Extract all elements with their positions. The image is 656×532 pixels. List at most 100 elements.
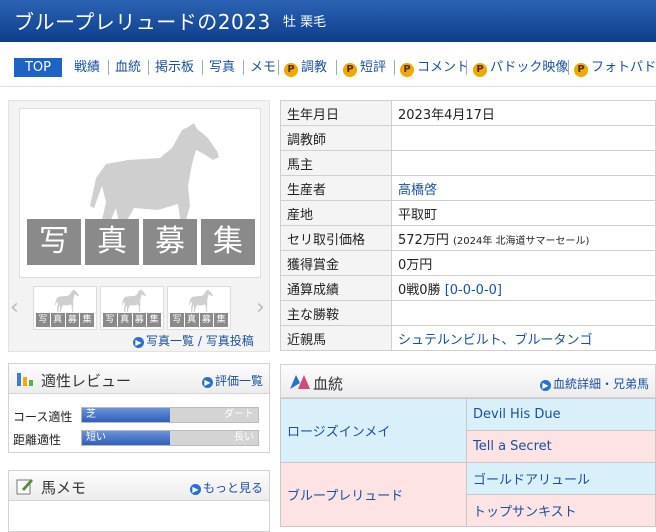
sire-name[interactable]: ロージズインメイ (287, 425, 390, 440)
info-value (391, 150, 656, 176)
thumb-char: 集 (147, 313, 161, 327)
tab-paddock-video-label: パドック映像 (490, 60, 569, 75)
thumb-recruit-banner: 写真募集 (170, 313, 228, 327)
tab-training[interactable]: P 調教 (284, 58, 327, 77)
sire-cell[interactable]: ロージズインメイ (280, 398, 467, 463)
info-key: セリ取引価格 (280, 225, 392, 251)
see-more-link[interactable]: ▶ もっと見る (189, 479, 263, 496)
horse-silhouette-icon (188, 289, 213, 313)
photo-list-link[interactable]: 写真一覧 (146, 334, 194, 348)
record-link[interactable]: [0-0-0-0] (445, 283, 502, 298)
tab-pedigree[interactable]: 血統 (115, 58, 141, 77)
info-value: シュテルンビルト、ブルータンゴ (391, 325, 656, 351)
dam-sire-cell[interactable]: ゴールドアリュール (466, 462, 656, 495)
dam-dam-name[interactable]: トップサンキスト (473, 505, 577, 520)
bar-chart-icon (17, 373, 33, 386)
sire-sire-name[interactable]: Devil His Due (473, 407, 561, 422)
pedigree-table: ロージズインメイ Devil His Due Tell a Secret ブルー… (280, 398, 656, 527)
info-value (391, 125, 656, 151)
tab-photo-paddock[interactable]: Pフォトパドック (574, 58, 656, 77)
tab-memo[interactable]: メモ (250, 58, 276, 77)
info-value: 0万円 (391, 250, 656, 276)
horse-info-table: 生年月日 2023年4月17日 調教師 馬主 生産者 高橋啓 産地 平取町 セリ取引価… (280, 100, 656, 351)
pedigree-panel: 血統 ▶ 血統詳細・兄弟馬 (280, 364, 656, 398)
next-photo-button[interactable]: › (256, 295, 265, 320)
pedigree-detail-label: 血統詳細・兄弟馬 (552, 377, 649, 391)
table-row: 通算成績 0戦0勝 [0-0-0-0] (280, 275, 656, 301)
aptitude-header: 適性レビュー ▶ 評価一覧 (9, 364, 269, 394)
photo-post-link[interactable]: 写真投稿 (206, 334, 254, 348)
pedigree-detail-link[interactable]: ▶ 血統詳細・兄弟馬 (539, 375, 649, 392)
table-row: 産地 平取町 (280, 200, 656, 226)
thumb-recruit-banner: 写真募集 (36, 313, 94, 327)
info-key: 獲得賞金 (280, 250, 392, 276)
thumb-char: 集 (214, 313, 228, 327)
thumb-char: 真 (117, 313, 132, 327)
premium-icon: P (574, 63, 588, 77)
photo-links: ▶ 写真一覧 / 写真投稿 (133, 332, 254, 349)
sire-dam-cell[interactable]: Tell a Secret (466, 430, 656, 463)
sale-price: 572万円 (398, 232, 449, 248)
tab-top[interactable]: TOP (14, 58, 62, 77)
tab-short-review[interactable]: P 短評 (343, 58, 386, 77)
aptitude-panel: 適性レビュー ▶ 評価一覧 コース適性 芝 ダート 距離適性 短い 長い (8, 363, 270, 453)
rating-list-link[interactable]: ▶ 評価一覧 (201, 372, 263, 389)
info-value: 高橋啓 (391, 175, 656, 201)
prev-photo-button[interactable]: ‹ (10, 295, 19, 320)
nav-divider (278, 60, 279, 75)
dam-dam-cell[interactable]: トップサンキスト (466, 494, 656, 527)
tab-bbs[interactable]: 掲示板 (155, 58, 194, 77)
dam-cell[interactable]: ブループレリュード (280, 462, 467, 527)
thumb-char: 募 (65, 313, 80, 327)
nav-divider (466, 60, 467, 75)
thumb-char: 真 (184, 313, 199, 327)
table-row: 馬主 (280, 150, 656, 176)
photo-recruit-banner: 写 真 募 集 (27, 219, 255, 265)
sale-note: (2024年 北海道サマーセール) (452, 235, 590, 247)
nav-divider (568, 60, 569, 75)
dam-name[interactable]: ブループレリュード (287, 489, 403, 504)
sire-sire-cell[interactable]: Devil His Due (466, 398, 656, 431)
main-photo[interactable]: 写 真 募 集 (19, 108, 261, 278)
info-value (391, 300, 656, 326)
nav-divider (108, 60, 109, 75)
info-key: 生年月日 (280, 100, 392, 126)
arrow-circle-icon: ▶ (189, 484, 201, 495)
tab-paddock-video[interactable]: P パドック映像 (473, 58, 568, 77)
photo-thumbnail[interactable]: 写真募集 (33, 286, 97, 330)
nav-divider (243, 60, 244, 75)
bar-left-label: 芝 (86, 409, 96, 420)
info-key: 馬主 (280, 150, 392, 176)
tab-photo-paddock-label: フォトパドック (591, 60, 656, 75)
photo-thumbnail[interactable]: 写真募集 (100, 286, 164, 330)
relatives-link[interactable]: シュテルンビルト、ブルータンゴ (398, 333, 592, 348)
photo-thumbnail[interactable]: 写真募集 (167, 286, 231, 330)
tab-results[interactable]: 戦績 (74, 58, 100, 77)
tab-comment[interactable]: P コメント (400, 58, 469, 77)
pedigree-header: 血統 ▶ 血統詳細・兄弟馬 (281, 365, 655, 398)
info-key: 主な勝鞍 (280, 300, 392, 326)
info-key: 産地 (280, 200, 392, 226)
record-summary: 0戦0勝 (398, 282, 441, 298)
info-key: 近親馬 (280, 325, 392, 351)
table-row: 生年月日 2023年4月17日 (280, 100, 656, 126)
tab-photos[interactable]: 写真 (209, 58, 235, 77)
thumb-char: 真 (50, 313, 65, 327)
dam-sire-name[interactable]: ゴールドアリュール (473, 473, 590, 488)
thumb-char: 写 (36, 313, 50, 327)
thumb-char: 集 (80, 313, 94, 327)
thumb-char: 写 (103, 313, 117, 327)
thumb-char: 募 (199, 313, 214, 327)
info-value: 平取町 (391, 200, 656, 226)
memo-panel: 馬メモ ▶ もっと見る (8, 470, 270, 532)
bar-left-label: 短い (86, 432, 106, 443)
pedigree-title: 血統 (313, 375, 344, 393)
sire-dam-name[interactable]: Tell a Secret (473, 439, 552, 454)
info-value: 2023年4月17日 (391, 100, 656, 126)
premium-icon: P (284, 63, 298, 77)
breeder-link[interactable]: 高橋啓 (398, 183, 437, 198)
nav-divider (202, 60, 203, 75)
table-row: 調教師 (280, 125, 656, 151)
info-value: 0戦0勝 [0-0-0-0] (391, 275, 656, 301)
table-row: セリ取引価格 572万円 (2024年 北海道サマーセール) (280, 225, 656, 251)
